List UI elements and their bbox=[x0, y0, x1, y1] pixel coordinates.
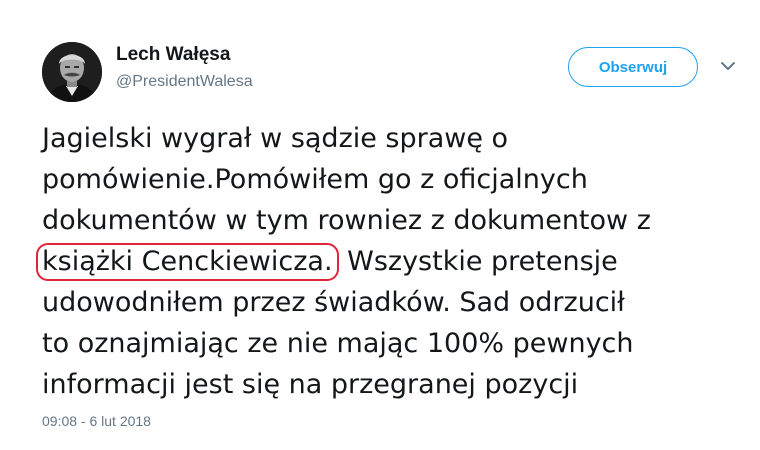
chevron-down-icon[interactable] bbox=[716, 56, 740, 76]
tweet-line-rest: Wszystkie pretensje bbox=[347, 246, 618, 277]
tweet-line: dokumentów w tym rowniez z dokumentow z bbox=[42, 205, 651, 236]
follow-button[interactable]: Obserwuj bbox=[568, 47, 698, 87]
tweet-text: Jagielski wygrał w sądzie sprawę o pomów… bbox=[36, 118, 742, 405]
tweet-line: Jagielski wygrał w sądzie sprawę o bbox=[42, 123, 509, 154]
tweet-line: informacji jest się na przegranej pozycj… bbox=[42, 369, 579, 400]
tweet-line: książki Cenckiewicza. Wszystkie pretensj… bbox=[36, 241, 742, 282]
tweet-timestamp[interactable]: 09:08 - 6 lut 2018 bbox=[42, 413, 151, 429]
avatar[interactable] bbox=[42, 42, 102, 102]
tweet-line: udowodniłem przez świadków. Sad odrzucił bbox=[42, 287, 625, 318]
avatar-portrait bbox=[42, 42, 102, 102]
tweet-line: to oznajmiając ze nie mając 100% pewnych bbox=[42, 328, 634, 359]
tweet-card: Lech Wałęsa @PresidentWalesa Obserwuj Ja… bbox=[0, 0, 760, 450]
author-handle[interactable]: @PresidentWalesa bbox=[116, 73, 253, 91]
author-name[interactable]: Lech Wałęsa bbox=[116, 44, 230, 66]
tweet-line: pomówienie.Pomówiłem go z oficjalnych bbox=[42, 164, 588, 195]
highlighted-phrase: książki Cenckiewicza. bbox=[36, 243, 339, 281]
